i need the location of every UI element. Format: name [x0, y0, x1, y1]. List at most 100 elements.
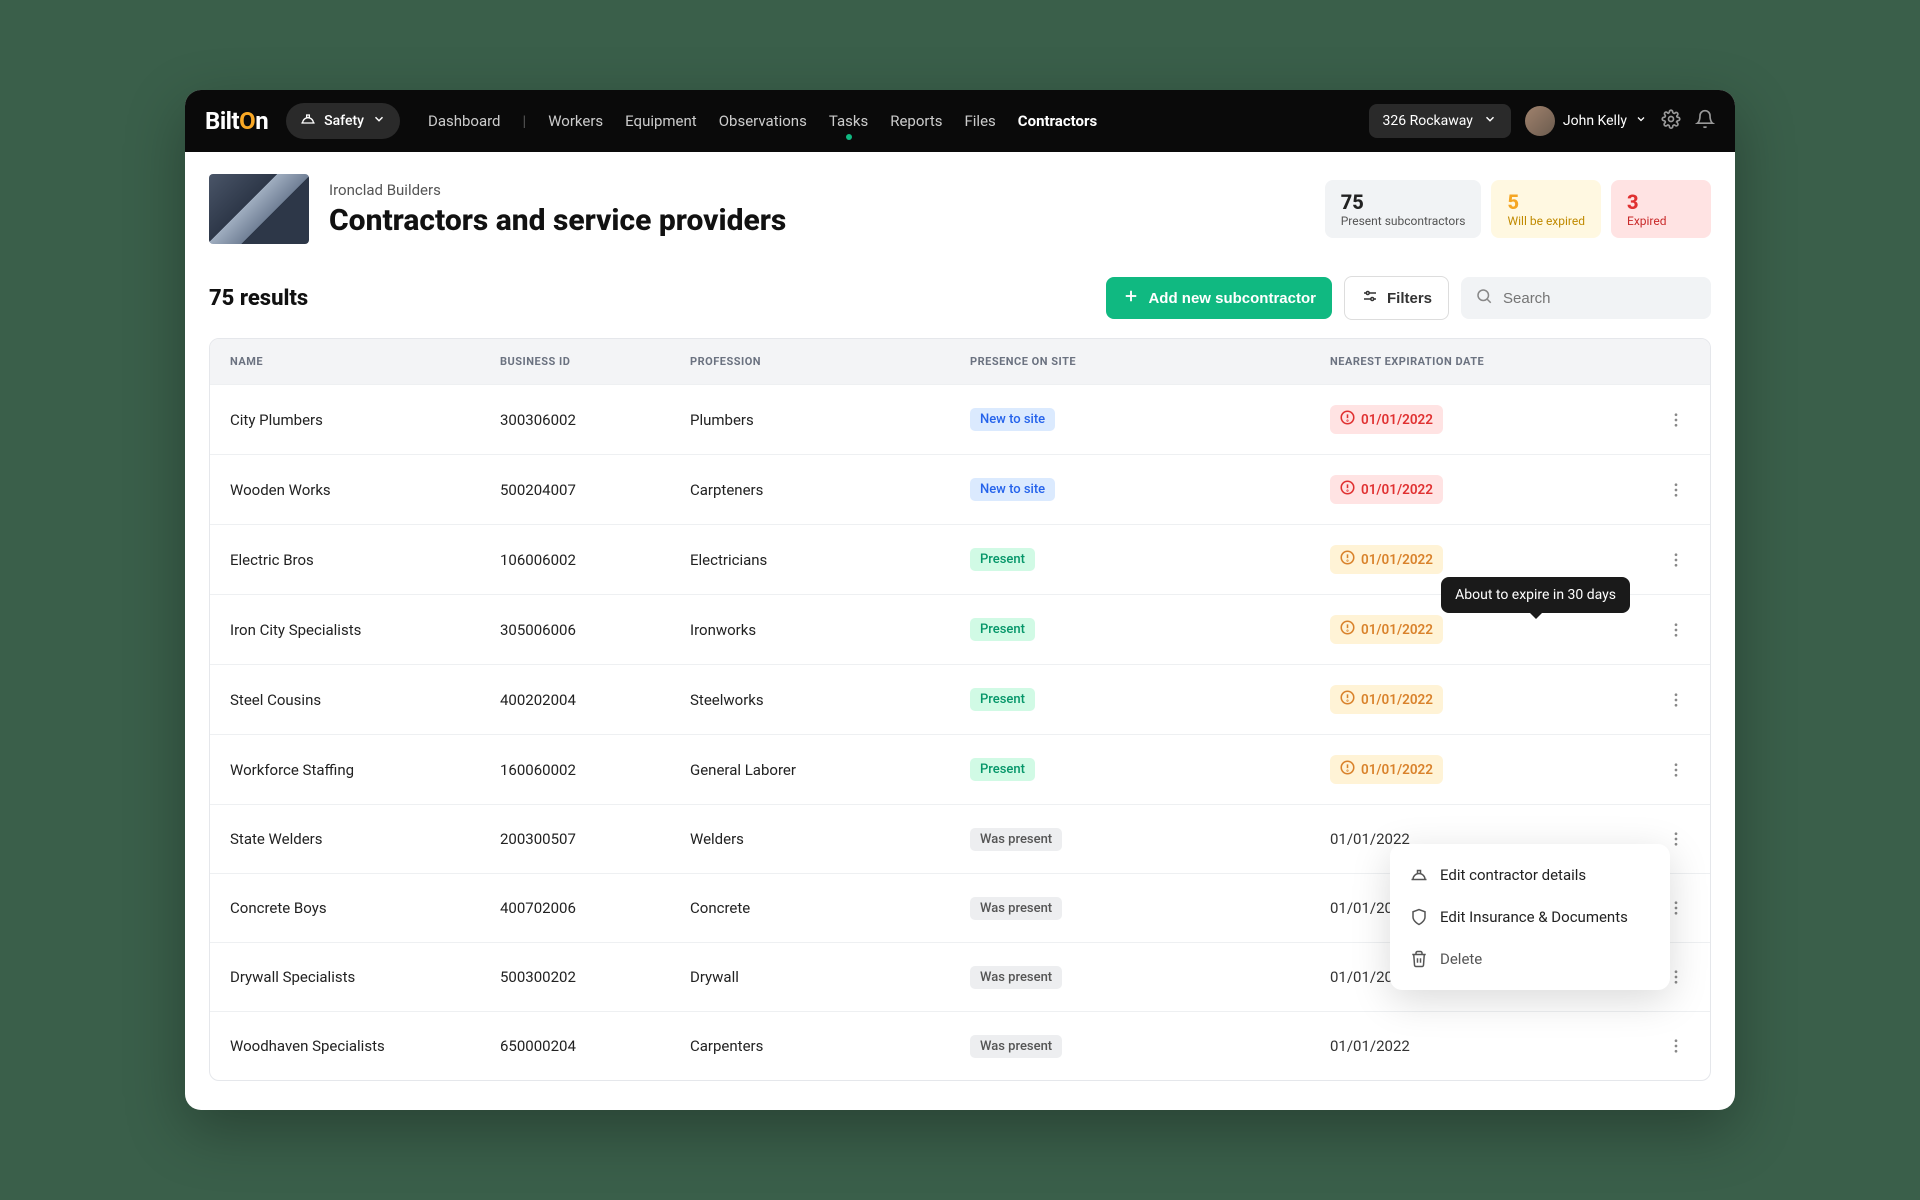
- table-container: NAME BUSINESS ID PROFESSION PRESENCE ON …: [185, 338, 1735, 1110]
- table-row[interactable]: Iron City Specialists305006006IronworksP…: [210, 594, 1710, 664]
- table-body: City Plumbers300306002PlumbersNew to sit…: [210, 384, 1710, 1080]
- row-actions-button[interactable]: [1662, 546, 1690, 574]
- context-selector[interactable]: Safety: [286, 103, 400, 139]
- chevron-down-icon: [1483, 112, 1497, 130]
- table-row[interactable]: Workforce Staffing160060002General Labor…: [210, 734, 1710, 804]
- stat-present-value: 75: [1341, 190, 1466, 214]
- more-vertical-icon: [1667, 481, 1685, 499]
- cell-presence: Present: [970, 548, 1330, 571]
- table-row[interactable]: Steel Cousins400202004SteelworksPresent0…: [210, 664, 1710, 734]
- stat-expired: 3 Expired: [1611, 180, 1711, 238]
- cell-name: City Plumbers: [230, 411, 500, 429]
- chevron-down-icon: [1635, 113, 1647, 129]
- expiration-chip: 01/01/2022: [1330, 615, 1443, 644]
- col-profession: PROFESSION: [690, 355, 970, 368]
- bell-icon: [1695, 109, 1715, 129]
- toolbar: 75 results Add new subcontractor Filters: [185, 266, 1735, 338]
- col-presence: PRESENCE ON SITE: [970, 355, 1330, 368]
- site-selector[interactable]: 326 Rockaway: [1369, 104, 1511, 138]
- presence-badge: Present: [970, 548, 1035, 571]
- table-row[interactable]: City Plumbers300306002PlumbersNew to sit…: [210, 384, 1710, 454]
- cell-profession: Drywall: [690, 968, 970, 986]
- cell-business-id: 305006006: [500, 621, 690, 639]
- cell-business-id: 650000204: [500, 1037, 690, 1055]
- plus-icon: [1122, 287, 1140, 309]
- cell-expiration: 01/01/2022: [1330, 475, 1630, 504]
- table-row[interactable]: Wooden Works500204007CarptenersNew to si…: [210, 454, 1710, 524]
- presence-badge: Present: [970, 758, 1035, 781]
- presence-badge: New to site: [970, 478, 1055, 501]
- top-nav: BiltOn Safety Dashboard | Workers Equipm…: [185, 90, 1735, 152]
- nav-equipment[interactable]: Equipment: [625, 112, 697, 130]
- expiration-chip: 01/01/2022: [1330, 755, 1443, 784]
- table-row[interactable]: Woodhaven Specialists650000204Carpenters…: [210, 1011, 1710, 1080]
- search-box[interactable]: [1461, 277, 1711, 319]
- brand-logo: BiltOn: [205, 107, 268, 135]
- ctx-delete[interactable]: Delete: [1390, 938, 1670, 980]
- gear-icon: [1661, 109, 1681, 129]
- row-actions-button[interactable]: [1662, 756, 1690, 784]
- nav-workers[interactable]: Workers: [548, 112, 603, 130]
- nav-contractors[interactable]: Contractors: [1018, 112, 1097, 130]
- col-business-id: BUSINESS ID: [500, 355, 690, 368]
- cell-presence: Present: [970, 688, 1330, 711]
- settings-button[interactable]: [1661, 109, 1681, 133]
- row-actions-button[interactable]: [1662, 1032, 1690, 1060]
- page-header: Ironclad Builders Contractors and servic…: [185, 152, 1735, 266]
- cell-presence: Was present: [970, 828, 1330, 851]
- ctx-edit-insurance[interactable]: Edit Insurance & Documents: [1390, 896, 1670, 938]
- warning-icon: [1340, 550, 1355, 569]
- nav-tasks[interactable]: Tasks: [829, 112, 868, 130]
- cell-expiration: 01/01/2022: [1330, 1037, 1630, 1055]
- table-row[interactable]: Concrete Boys400702006ConcreteWas presen…: [210, 873, 1710, 942]
- col-name: NAME: [230, 355, 500, 368]
- nav-links: Dashboard | Workers Equipment Observatio…: [428, 112, 1097, 130]
- row-actions-button[interactable]: [1662, 406, 1690, 434]
- stat-expired-label: Expired: [1627, 214, 1695, 228]
- search-input[interactable]: [1503, 290, 1697, 307]
- trash-icon: [1410, 950, 1428, 968]
- row-actions-button[interactable]: [1662, 616, 1690, 644]
- expiration-chip: 01/01/2022: [1330, 545, 1443, 574]
- ctx-edit-details[interactable]: Edit contractor details: [1390, 854, 1670, 896]
- cell-profession: Plumbers: [690, 411, 970, 429]
- cell-name: Concrete Boys: [230, 899, 500, 917]
- stat-expiring-value: 5: [1507, 190, 1585, 214]
- sliders-icon: [1361, 287, 1379, 309]
- nav-reports[interactable]: Reports: [890, 112, 942, 130]
- warning-icon: [1340, 690, 1355, 709]
- hardhat-icon: [1410, 866, 1428, 884]
- add-subcontractor-button[interactable]: Add new subcontractor: [1106, 277, 1332, 319]
- row-actions-button[interactable]: [1662, 686, 1690, 714]
- cell-presence: New to site: [970, 478, 1330, 501]
- filters-label: Filters: [1387, 290, 1432, 307]
- cell-business-id: 106006002: [500, 551, 690, 569]
- cell-name: Woodhaven Specialists: [230, 1037, 500, 1055]
- cell-profession: Carpteners: [690, 481, 970, 499]
- cell-business-id: 400702006: [500, 899, 690, 917]
- cell-name: State Welders: [230, 830, 500, 848]
- search-icon: [1475, 287, 1493, 309]
- site-label: 326 Rockaway: [1383, 113, 1473, 129]
- expiration-date: 01/01/2022: [1361, 412, 1433, 428]
- row-actions-button[interactable]: [1662, 476, 1690, 504]
- header-titles: Ironclad Builders Contractors and servic…: [329, 181, 1305, 238]
- warning-icon: [1340, 760, 1355, 779]
- presence-badge: New to site: [970, 408, 1055, 431]
- warning-icon: [1340, 480, 1355, 499]
- nav-observations[interactable]: Observations: [719, 112, 807, 130]
- expiration-chip: 01/01/2022: [1330, 685, 1443, 714]
- cell-presence: Was present: [970, 1035, 1330, 1058]
- notifications-button[interactable]: [1695, 109, 1715, 133]
- more-vertical-icon: [1667, 411, 1685, 429]
- cell-presence: Present: [970, 758, 1330, 781]
- cell-profession: Welders: [690, 830, 970, 848]
- filters-button[interactable]: Filters: [1344, 276, 1449, 320]
- nav-files[interactable]: Files: [964, 112, 995, 130]
- user-menu[interactable]: John Kelly: [1525, 106, 1647, 136]
- presence-badge: Was present: [970, 897, 1062, 920]
- nav-dashboard[interactable]: Dashboard: [428, 112, 501, 130]
- expiration-tooltip: About to expire in 30 days: [1441, 577, 1630, 613]
- stat-expiring-label: Will be expired: [1507, 214, 1585, 228]
- presence-badge: Was present: [970, 966, 1062, 989]
